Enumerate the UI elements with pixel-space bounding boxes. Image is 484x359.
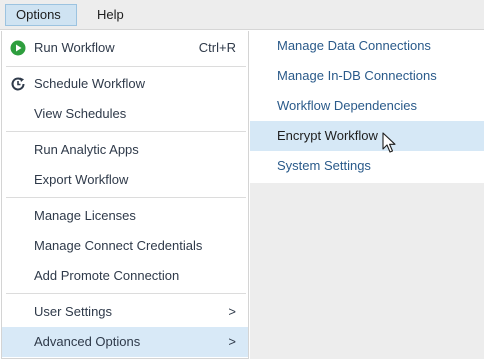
menu-item-label: Advanced Options <box>34 334 141 349</box>
separator <box>6 197 246 198</box>
menu-options-label: Options <box>16 7 61 22</box>
menu-options[interactable]: Options <box>5 4 77 26</box>
menu-item-label: Add Promote Connection <box>34 268 180 283</box>
submenu-item-system-settings[interactable]: System Settings <box>250 151 484 181</box>
submenu-item-label: Manage Data Connections <box>277 38 431 53</box>
menu-item-run-workflow[interactable]: Run Workflow Ctrl+R <box>2 33 248 63</box>
menu-item-add-promote-connection[interactable]: Add Promote Connection <box>2 261 248 291</box>
menu-item-label: Export Workflow <box>34 172 129 187</box>
separator <box>6 131 246 132</box>
menu-bar: Options Help <box>0 0 484 30</box>
menu-item-run-analytic-apps[interactable]: Run Analytic Apps <box>2 135 248 165</box>
menu-item-advanced-options[interactable]: Advanced Options > <box>2 327 248 357</box>
play-icon <box>10 40 26 56</box>
menu-item-label: User Settings <box>34 304 113 319</box>
submenu-item-label: System Settings <box>277 158 371 173</box>
submenu-item-label: Manage In-DB Connections <box>277 68 437 83</box>
shortcut-label: Ctrl+R <box>198 40 236 55</box>
submenu-arrow-icon: > <box>228 334 236 349</box>
menu-item-label: Schedule Workflow <box>34 76 146 91</box>
advanced-options-submenu: Manage Data Connections Manage In-DB Con… <box>250 31 484 359</box>
submenu-item-label: Workflow Dependencies <box>277 98 417 113</box>
menu-item-manage-connect-credentials[interactable]: Manage Connect Credentials <box>2 231 248 261</box>
submenu-item-manage-in-db-connections[interactable]: Manage In-DB Connections <box>250 61 484 91</box>
menu-item-label: Manage Connect Credentials <box>34 238 203 253</box>
menu-item-user-settings[interactable]: User Settings > <box>2 297 248 327</box>
menu-item-schedule-workflow[interactable]: Schedule Workflow <box>2 69 248 99</box>
separator <box>6 293 246 294</box>
menu-item-label: Run Analytic Apps <box>34 142 139 157</box>
menu-item-label: Manage Licenses <box>34 208 136 223</box>
submenu-item-label: Encrypt Workflow <box>277 128 378 143</box>
menu-item-label: View Schedules <box>34 106 127 121</box>
submenu-arrow-icon: > <box>228 304 236 319</box>
options-dropdown: Run Workflow Ctrl+R Schedule Workflow Vi… <box>1 31 249 359</box>
menu-item-export-workflow[interactable]: Export Workflow <box>2 165 248 195</box>
submenu-item-workflow-dependencies[interactable]: Workflow Dependencies <box>250 91 484 121</box>
submenu-item-manage-data-connections[interactable]: Manage Data Connections <box>250 31 484 61</box>
schedule-icon <box>11 77 25 91</box>
menu-help-label: Help <box>97 7 124 22</box>
menu-item-label: Run Workflow <box>34 40 115 55</box>
menu-item-manage-licenses[interactable]: Manage Licenses <box>2 201 248 231</box>
submenu-item-encrypt-workflow[interactable]: Encrypt Workflow <box>250 121 484 151</box>
separator <box>6 66 246 67</box>
mouse-cursor-icon <box>382 132 396 153</box>
menu-help[interactable]: Help <box>87 4 134 26</box>
menu-item-view-schedules[interactable]: View Schedules <box>2 99 248 129</box>
